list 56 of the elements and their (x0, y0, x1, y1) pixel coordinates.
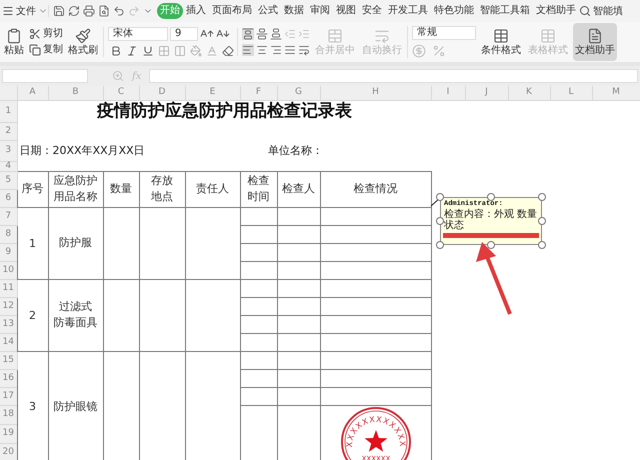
ribbon-tab[interactable]: 视图 (333, 3, 359, 19)
unit-name-label: 单位名称： (268, 144, 323, 156)
ribbon-tab[interactable]: 页面布局 (209, 3, 255, 19)
row-header[interactable]: 3 (5, 145, 12, 155)
row-header[interactable]: 1 (5, 106, 12, 116)
table-cell: 2 (29, 308, 36, 322)
sheet-title: 疫情防护应急防护用品检查记录表 (96, 100, 352, 121)
format-painter-button[interactable]: 格式刷 (66, 23, 100, 61)
ribbon-tab[interactable]: 文档助手 (533, 3, 579, 19)
column-heading: 存放 地点 (151, 173, 173, 205)
column-header[interactable]: M (612, 87, 620, 98)
column-heading: 检查人 (282, 181, 315, 197)
column-heading: 数量 (110, 181, 132, 197)
column-header[interactable]: I (446, 87, 450, 98)
column-header[interactable]: F (256, 87, 262, 98)
ribbon-tab[interactable]: 公式 (255, 3, 281, 19)
column-header[interactable]: C (118, 87, 124, 98)
column-header[interactable]: K (526, 87, 532, 98)
ribbon-tab[interactable]: 插入 (183, 3, 209, 19)
table-cell: 防护服 (59, 235, 92, 251)
column-header[interactable]: B (72, 87, 79, 98)
table-cell: 过滤式 防毒面具 (54, 299, 98, 331)
cut-button[interactable]: 剪切 (29, 28, 63, 40)
doc-assistant-button[interactable]: 文档助手 (573, 23, 617, 61)
column-header[interactable]: H (372, 87, 379, 98)
table-cell: 3 (29, 400, 36, 413)
table-cell: 防护眼镜 (54, 398, 98, 414)
column-header[interactable]: L (568, 87, 574, 98)
conditional-format-button[interactable]: 条件格式 (479, 23, 523, 61)
date-label: 日期：20XX年XX月XX日 (20, 144, 145, 156)
paste-button[interactable]: 粘贴 (2, 23, 26, 61)
ribbon-tab[interactable]: 特色功能 (431, 3, 477, 19)
ribbon-tab[interactable]: 审阅 (307, 3, 333, 19)
column-heading: 应急防护 用品名称 (54, 173, 98, 205)
copy-button[interactable]: 复制 (29, 44, 63, 56)
ribbon-tab[interactable]: 数据 (281, 3, 307, 19)
ribbon-tab[interactable]: 智能工具箱 (477, 3, 533, 19)
column-heading: 检查 时间 (248, 173, 270, 205)
column-header[interactable]: D (158, 87, 166, 98)
column-heading: 检查情况 (354, 181, 398, 197)
table-cell: 1 (29, 236, 36, 250)
column-header[interactable]: G (295, 87, 302, 98)
comment-text: 检查内容：外观 数量状态 (444, 209, 538, 231)
ribbon-tab[interactable]: 开发工具 (385, 3, 431, 19)
column-header[interactable]: A (29, 87, 36, 98)
search-button[interactable]: 智能填 (579, 4, 623, 18)
column-header[interactable]: J (485, 87, 488, 98)
font-name-select[interactable]: 宋体 (108, 27, 168, 41)
file-menu[interactable]: 文件 (2, 4, 48, 18)
font-size-select[interactable]: 9 (170, 27, 198, 41)
column-heading: 责任人 (196, 181, 229, 197)
column-header[interactable]: E (210, 87, 216, 98)
column-heading: 序号 (22, 181, 44, 197)
ribbon-tab[interactable]: 安全 (359, 3, 385, 19)
number-format-select[interactable]: 常规 (412, 26, 476, 40)
ribbon-tab[interactable]: 开始 (157, 3, 183, 19)
